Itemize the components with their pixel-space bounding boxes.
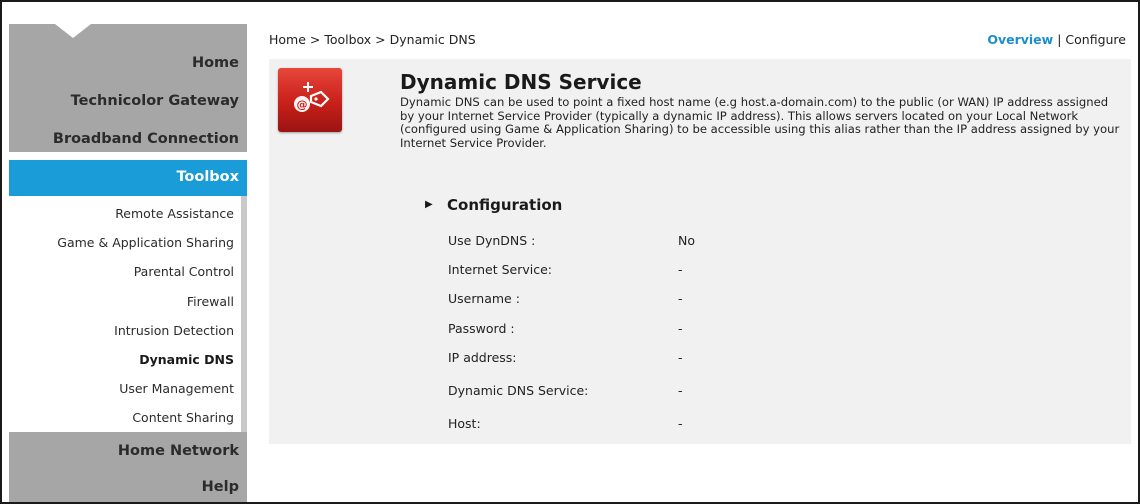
sidebar-item-toolbox[interactable]: Toolbox bbox=[9, 160, 247, 196]
sidebar-subitem-remote-assistance[interactable]: Remote Assistance bbox=[115, 206, 234, 221]
sidebar-item-home[interactable]: Home bbox=[9, 55, 239, 71]
use-dyndns-label: Use DynDNS : bbox=[448, 233, 536, 248]
sidebar-bottom-section: Home Network Help bbox=[9, 432, 247, 502]
username-value: - bbox=[678, 291, 683, 306]
breadcrumb: Home > Toolbox > Dynamic DNS bbox=[269, 32, 476, 47]
sidebar-top-section: Home Technicolor Gateway Broadband Conne… bbox=[9, 24, 247, 152]
use-dyndns-value: No bbox=[678, 233, 695, 248]
sidebar-submenu: Remote Assistance Game & Application Sha… bbox=[9, 196, 247, 432]
ip-address-label: IP address: bbox=[448, 350, 517, 365]
svg-text:@: @ bbox=[297, 98, 308, 111]
overview-link[interactable]: Overview bbox=[987, 32, 1053, 47]
view-separator: | bbox=[1057, 32, 1062, 47]
sidebar-subitem-parental-control[interactable]: Parental Control bbox=[134, 264, 234, 279]
sidebar-subitem-content-sharing[interactable]: Content Sharing bbox=[132, 410, 234, 425]
view-switch: Overview | Configure bbox=[987, 32, 1126, 47]
sidebar-item-toolbox-label: Toolbox bbox=[176, 169, 239, 185]
sidebar-notch bbox=[55, 24, 91, 38]
dns-at-tag-icon: @ bbox=[278, 68, 342, 132]
configure-link[interactable]: Configure bbox=[1065, 32, 1126, 47]
service-description: Dynamic DNS can be used to point a fixed… bbox=[400, 95, 1120, 150]
username-label: Username : bbox=[448, 291, 520, 306]
page-title: Dynamic DNS Service bbox=[400, 70, 642, 94]
sidebar-item-technicolor-gateway[interactable]: Technicolor Gateway bbox=[9, 93, 239, 109]
sidebar-subitem-game-application-sharing[interactable]: Game & Application Sharing bbox=[57, 235, 234, 250]
triangle-right-icon[interactable]: ▶ bbox=[425, 199, 433, 210]
dynamic-dns-service-label: Dynamic DNS Service: bbox=[448, 383, 589, 398]
dynamic-dns-service-value: - bbox=[678, 383, 683, 398]
configuration-heading[interactable]: Configuration bbox=[447, 196, 562, 214]
host-value: - bbox=[678, 416, 683, 431]
password-label: Password : bbox=[448, 321, 515, 336]
internet-service-label: Internet Service: bbox=[448, 262, 553, 277]
ip-address-value: - bbox=[678, 350, 683, 365]
sidebar-item-help[interactable]: Help bbox=[9, 479, 239, 495]
sidebar-item-broadband-connection[interactable]: Broadband Connection bbox=[9, 131, 239, 147]
sidebar-subitem-intrusion-detection[interactable]: Intrusion Detection bbox=[114, 323, 234, 338]
sidebar: Home Technicolor Gateway Broadband Conne… bbox=[9, 24, 247, 502]
host-label: Host: bbox=[448, 416, 481, 431]
sidebar-subitem-user-management[interactable]: User Management bbox=[119, 381, 234, 396]
sidebar-item-home-network[interactable]: Home Network bbox=[9, 443, 239, 459]
sidebar-subitem-dynamic-dns[interactable]: Dynamic DNS bbox=[139, 352, 234, 367]
sidebar-subitem-firewall[interactable]: Firewall bbox=[187, 294, 234, 309]
password-value: - bbox=[678, 321, 683, 336]
internet-service-value: - bbox=[678, 262, 683, 277]
